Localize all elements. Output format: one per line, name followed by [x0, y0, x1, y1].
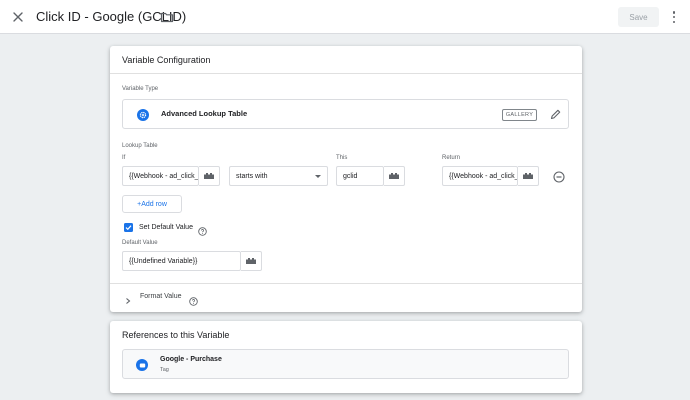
- variable-type-selector[interactable]: Advanced Lookup Table GALLERY: [122, 99, 569, 129]
- reference-name: Google - Purchase: [160, 356, 222, 363]
- format-value-toggle[interactable]: Format Value: [140, 293, 182, 300]
- lookup-table-label: Lookup Table: [122, 143, 158, 149]
- set-default-label: Set Default Value: [139, 224, 193, 231]
- card-title: Variable Configuration: [122, 55, 211, 65]
- references-title: References to this Variable: [122, 330, 230, 340]
- this-value-input[interactable]: gclid: [336, 166, 384, 186]
- default-value-input[interactable]: {{Undefined Variable}}: [122, 251, 241, 271]
- help-icon[interactable]: [189, 293, 198, 306]
- variable-picker-icon[interactable]: [518, 166, 539, 186]
- variable-type-label: Variable Type: [122, 86, 159, 92]
- operator-select[interactable]: starts with: [229, 166, 328, 186]
- gallery-button[interactable]: GALLERY: [502, 109, 537, 121]
- reference-type: Tag: [160, 367, 169, 373]
- divider: [110, 73, 582, 74]
- variable-picker-icon[interactable]: [384, 166, 405, 186]
- divider: [110, 283, 582, 284]
- return-column-header: Return: [442, 155, 461, 161]
- variable-type-name: Advanced Lookup Table: [161, 109, 248, 118]
- add-row-button[interactable]: +Add row: [122, 195, 182, 213]
- chevron-down-icon: [315, 175, 321, 178]
- set-default-checkbox[interactable]: [124, 223, 133, 232]
- variable-configuration-card: Variable Configuration Variable Type Adv…: [110, 46, 582, 312]
- if-value-input[interactable]: {{Webhook - ad_click_id}}: [122, 166, 199, 186]
- references-card: References to this Variable Google - Pur…: [110, 321, 582, 393]
- top-bar: Click ID - Google (GCLID) Save: [0, 0, 690, 34]
- save-button[interactable]: Save: [618, 7, 659, 27]
- remove-row-icon[interactable]: [553, 170, 565, 183]
- folder-icon[interactable]: [160, 10, 174, 24]
- return-value-input[interactable]: {{Webhook - ad_click_id}}: [442, 166, 518, 186]
- chevron-right-icon[interactable]: [124, 292, 132, 304]
- edit-icon[interactable]: [549, 108, 562, 121]
- variable-picker-icon[interactable]: [199, 166, 220, 186]
- operator-value: starts with: [236, 172, 268, 180]
- close-icon[interactable]: [9, 8, 27, 26]
- more-vert-icon[interactable]: [670, 9, 678, 25]
- help-icon[interactable]: [198, 223, 207, 236]
- variable-picker-icon[interactable]: [241, 251, 262, 271]
- this-column-header: This: [336, 155, 348, 161]
- default-value-label: Default Value: [122, 240, 158, 246]
- reference-item[interactable]: Google - Purchase Tag: [122, 349, 569, 379]
- tag-icon: [136, 359, 148, 371]
- gear-icon: [137, 109, 149, 121]
- if-column-header: If: [122, 155, 126, 161]
